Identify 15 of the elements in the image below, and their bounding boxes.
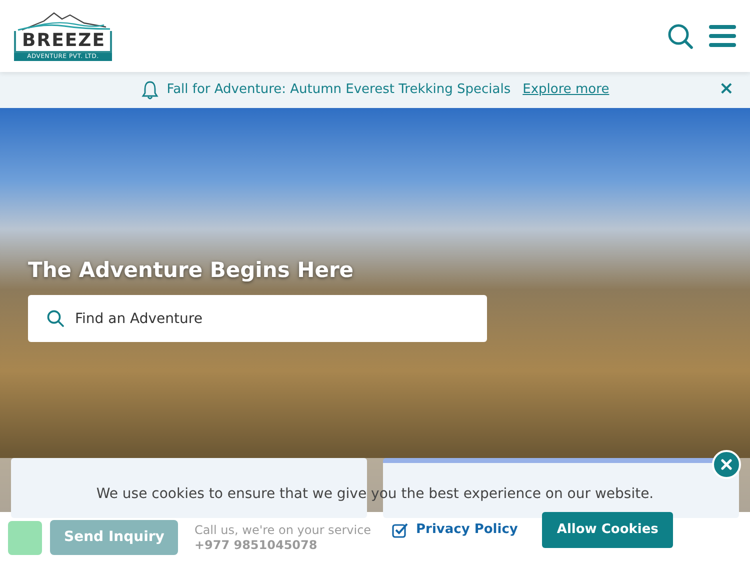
close-button[interactable]: × [718,80,734,98]
call-text: Call us, we're on your service [194,522,372,538]
phone-number: +977 9851045078 [194,538,318,552]
menu-icon[interactable] [709,25,736,47]
privacy-policy-link[interactable]: Privacy Policy [416,520,518,540]
bell-icon [140,80,159,100]
checkbox[interactable] [392,522,408,538]
hero-heading: The Adventure Begins Here [28,258,355,284]
announcement-text: Fall for Adventure: Autumn Everest Trekking Specials [166,81,511,100]
explore-more-link[interactable]: Explore more [522,80,610,100]
cookie-message: We use cookies to ensure that we give you the best experience on our website. [95,485,655,504]
search-field[interactable]: Find an Adventure [28,295,487,342]
search-icon[interactable] [668,24,693,48]
allow-cookies-button[interactable]: Allow Cookies [542,512,674,548]
close-icon [721,459,732,470]
